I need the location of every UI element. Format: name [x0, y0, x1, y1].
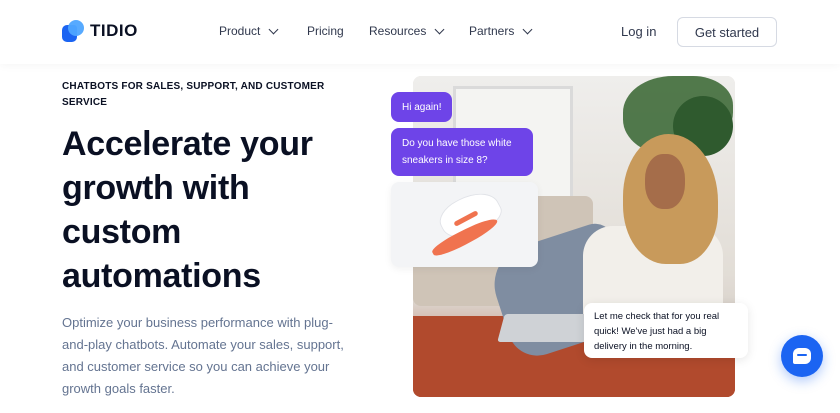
nav-item-label: Resources	[369, 24, 427, 38]
top-navbar: TIDIO Product Pricing Resources Partners…	[0, 0, 840, 64]
hero-headline: Accelerate your growth with custom autom…	[62, 125, 313, 295]
chat-bubble-customer-2: Do you have those white sneakers in size…	[391, 128, 533, 176]
login-link[interactable]: Log in	[621, 24, 656, 39]
nav-item-label: Pricing	[307, 24, 344, 38]
get-started-button[interactable]: Get started	[677, 17, 777, 47]
nav-item-pricing[interactable]: Pricing	[307, 24, 344, 38]
brand-logo[interactable]: TIDIO	[62, 20, 138, 42]
chevron-down-icon	[434, 24, 445, 34]
chat-bubble-customer-1: Hi again!	[391, 92, 453, 122]
nav-item-product[interactable]: Product	[219, 24, 279, 38]
hero-eyebrow: CHATBOTS FOR SALES, SUPPORT, AND CUSTOME…	[62, 81, 325, 108]
nav-item-label: Partners	[469, 24, 515, 38]
brand-name: TIDIO	[90, 21, 138, 40]
hero-subtext: Optimize your business performance with …	[62, 315, 344, 396]
chat-launcher-button[interactable]	[781, 335, 823, 377]
nav-item-resources[interactable]: Resources	[369, 24, 445, 38]
chat-bubble-agent-reply: Let me check that for you real quick! We…	[584, 303, 748, 358]
chat-bubble-icon	[793, 348, 811, 364]
tidio-logo-icon	[62, 20, 84, 42]
nav-item-partners[interactable]: Partners	[469, 24, 533, 38]
product-image-card	[391, 182, 538, 267]
chevron-down-icon	[522, 24, 533, 34]
chevron-down-icon	[268, 24, 279, 34]
nav-item-label: Product	[219, 24, 261, 38]
